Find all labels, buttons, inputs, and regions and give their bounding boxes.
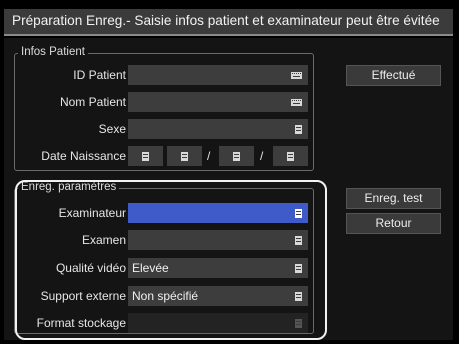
back-button[interactable]: Retour bbox=[346, 213, 441, 234]
patient-name-input[interactable] bbox=[128, 92, 308, 112]
list-menu-icon[interactable] bbox=[287, 152, 294, 161]
title-bar: Préparation Enreg.- Saisie infos patient… bbox=[4, 9, 453, 36]
list-menu-icon[interactable] bbox=[181, 152, 188, 161]
window-title: Préparation Enreg.- Saisie infos patient… bbox=[12, 13, 440, 28]
keyboard-icon[interactable] bbox=[291, 72, 302, 79]
keyboard-icon[interactable] bbox=[291, 99, 302, 106]
date-separator: / bbox=[260, 149, 264, 163]
patient-name-label: Nom Patient bbox=[59, 95, 126, 109]
patient-id-label: ID Patient bbox=[73, 68, 126, 82]
done-button[interactable]: Effectué bbox=[346, 65, 441, 86]
birth-date-part-2[interactable] bbox=[167, 146, 202, 166]
birth-date-part-4[interactable] bbox=[273, 146, 308, 166]
highlight-outline bbox=[15, 180, 327, 340]
patient-info-legend: Infos Patient bbox=[18, 46, 88, 58]
birth-date-part-1[interactable] bbox=[128, 146, 163, 166]
test-record-button[interactable]: Enreg. test bbox=[346, 188, 441, 209]
birth-date-part-3[interactable] bbox=[219, 146, 254, 166]
list-menu-icon[interactable] bbox=[142, 152, 149, 161]
date-separator: / bbox=[207, 149, 211, 163]
patient-id-input[interactable] bbox=[128, 65, 308, 85]
recording-preparation-window: Préparation Enreg.- Saisie infos patient… bbox=[0, 0, 459, 344]
birth-date-label: Date Naissance bbox=[41, 149, 126, 163]
list-menu-icon[interactable] bbox=[295, 125, 302, 134]
list-menu-icon[interactable] bbox=[233, 152, 240, 161]
main-panel: Infos Patient ID Patient Nom Patient Sex… bbox=[4, 38, 453, 340]
sex-select[interactable] bbox=[128, 119, 308, 139]
sex-label: Sexe bbox=[98, 122, 126, 136]
